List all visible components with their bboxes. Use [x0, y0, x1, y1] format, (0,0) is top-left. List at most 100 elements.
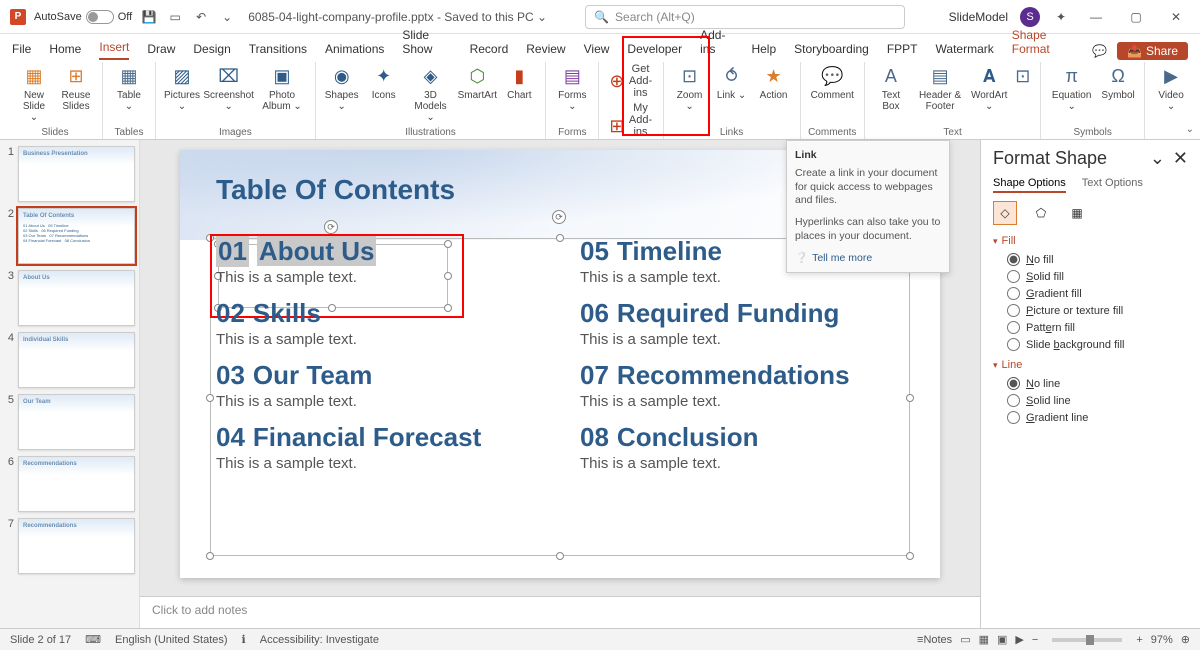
menu-fppt[interactable]: FPPT — [887, 42, 918, 60]
opt-noline[interactable]: No line — [993, 375, 1188, 392]
user-avatar[interactable]: S — [1020, 7, 1040, 27]
pictures-button[interactable]: ▨Pictures ⌄ — [162, 62, 202, 114]
opt-solidline[interactable]: Solid line — [993, 392, 1188, 409]
ribbon-collapse-button[interactable]: ⌄ — [1186, 124, 1194, 135]
close-button[interactable]: ✕ — [1162, 3, 1190, 31]
menu-review[interactable]: Review — [526, 42, 565, 60]
menu-record[interactable]: Record — [470, 42, 509, 60]
toc-item-7[interactable]: 07RecommendationsThis is a sample text. — [580, 360, 904, 410]
headerfooter-button[interactable]: ▤Header & Footer — [913, 62, 967, 114]
3dmodels-button[interactable]: ◈3D Models ⌄ — [406, 62, 456, 125]
photoalbum-button[interactable]: ▣Photo Album ⌄ — [255, 62, 308, 114]
lang-icon[interactable]: ⌨ — [85, 633, 101, 646]
toc-item-1[interactable]: 01About UsThis is a sample text. — [216, 236, 540, 286]
opt-picturefill[interactable]: Picture or texture fill — [993, 302, 1188, 319]
opt-slidebgfill[interactable]: Slide background fill — [993, 336, 1188, 353]
rotate-handle-inner[interactable]: ⟳ — [324, 220, 338, 234]
menu-slideshow[interactable]: Slide Show — [402, 28, 451, 60]
panel-close-icon[interactable]: ✕ — [1173, 148, 1188, 168]
size-icon[interactable]: ▦ — [1065, 201, 1089, 225]
menu-watermark[interactable]: Watermark — [936, 42, 994, 60]
minimize-button[interactable]: — — [1082, 3, 1110, 31]
fill-line-icon[interactable]: ◇ — [993, 201, 1017, 225]
opt-gradientfill[interactable]: Gradient fill — [993, 285, 1188, 302]
opt-nofill[interactable]: No fill — [993, 251, 1188, 268]
view-slideshow-icon[interactable]: ▶ — [1015, 633, 1023, 646]
forms-button[interactable]: ▤Forms ⌄ — [552, 62, 592, 114]
autosave-toggle[interactable]: AutoSave Off — [34, 10, 132, 24]
comment-button[interactable]: 💬Comment — [807, 62, 858, 103]
search-input[interactable]: 🔍 Search (Alt+Q) — [585, 5, 905, 29]
getaddins-button[interactable]: ⊕Get Add-ins — [605, 62, 656, 100]
reuse-slides-button[interactable]: ⊞Reuse Slides — [56, 62, 96, 114]
toc-item-3[interactable]: 03Our TeamThis is a sample text. — [216, 360, 540, 410]
toc-item-2[interactable]: 02SkillsThis is a sample text. — [216, 298, 540, 348]
audio-button[interactable]: 🔊Audio ⌄ — [1193, 62, 1200, 114]
icons-button[interactable]: ✦Icons — [364, 62, 404, 103]
toc-item-6[interactable]: 06Required FundingThis is a sample text. — [580, 298, 904, 348]
opt-gradientline[interactable]: Gradient line — [993, 409, 1188, 426]
thumbnail-panel[interactable]: 1Business Presentation 2Table Of Content… — [0, 140, 140, 628]
opt-patternfill[interactable]: Pattern fill — [993, 319, 1188, 336]
equation-button[interactable]: πEquation ⌄ — [1047, 62, 1096, 114]
smartart-button[interactable]: ⬡SmartArt — [457, 62, 497, 103]
file-name[interactable]: 6085-04-light-company-profile.pptx - Sav… — [248, 10, 547, 24]
table-button[interactable]: ▦Table ⌄ — [109, 62, 149, 114]
link-button[interactable]: ⥀Link ⌄ — [712, 62, 752, 103]
textbox-button[interactable]: AText Box — [871, 62, 911, 114]
wordart-button[interactable]: 𝐀WordArt ⌄ — [969, 62, 1009, 114]
symbol-button[interactable]: ΩSymbol — [1098, 62, 1138, 103]
menu-storyboarding[interactable]: Storyboarding — [794, 42, 869, 60]
toc-item-8[interactable]: 08ConclusionThis is a sample text. — [580, 422, 904, 472]
tab-text-options[interactable]: Text Options — [1082, 177, 1143, 193]
maximize-button[interactable]: ▢ — [1122, 3, 1150, 31]
try-icon[interactable]: ✦ — [1052, 8, 1070, 26]
opt-solidfill[interactable]: Solid fill — [993, 268, 1188, 285]
menu-home[interactable]: Home — [49, 42, 81, 60]
panel-expand-icon[interactable]: ⌄ — [1150, 148, 1165, 168]
save-icon[interactable]: 💾 — [140, 8, 158, 26]
menu-transitions[interactable]: Transitions — [249, 42, 307, 60]
menu-design[interactable]: Design — [193, 42, 230, 60]
menu-view[interactable]: View — [584, 42, 610, 60]
rotate-handle[interactable]: ⟳ — [552, 210, 566, 224]
fill-section[interactable]: Fill — [993, 235, 1188, 247]
menu-help[interactable]: Help — [751, 42, 776, 60]
menu-addins[interactable]: Add-ins — [700, 28, 733, 60]
toc-item-4[interactable]: 04Financial ForecastThis is a sample tex… — [216, 422, 540, 472]
thumbnail-3[interactable]: About Us — [18, 270, 135, 326]
thumbnail-1[interactable]: Business Presentation — [18, 146, 135, 202]
view-normal-icon[interactable]: ▭ — [960, 633, 970, 646]
line-section[interactable]: Line — [993, 359, 1188, 371]
comments-icon[interactable]: 💬 — [1092, 44, 1107, 58]
thumbnail-6[interactable]: Recommendations — [18, 456, 135, 512]
toggle-switch[interactable] — [86, 10, 114, 24]
more-icon[interactable]: ⌄ — [218, 8, 236, 26]
fit-button[interactable]: ⊕ — [1181, 633, 1190, 646]
menu-developer[interactable]: Developer — [627, 42, 682, 60]
shapes-button[interactable]: ◉Shapes ⌄ — [322, 62, 362, 114]
tell-me-more-link[interactable]: ❔Tell me more — [795, 251, 941, 264]
undo-icon[interactable]: ↶ — [192, 8, 210, 26]
thumbnail-5[interactable]: Our Team — [18, 394, 135, 450]
zoom-slider[interactable] — [1052, 638, 1122, 642]
share-button[interactable]: 📤Share — [1117, 42, 1188, 60]
menu-shapeformat[interactable]: Shape Format — [1012, 28, 1074, 60]
thumbnail-7[interactable]: Recommendations — [18, 518, 135, 574]
tab-shape-options[interactable]: Shape Options — [993, 177, 1066, 193]
new-slide-button[interactable]: ▦New Slide ⌄ — [14, 62, 54, 125]
action-button[interactable]: ★Action — [754, 62, 794, 103]
notes-area[interactable]: Click to add notes — [140, 596, 980, 628]
zoom-button[interactable]: ⊡Zoom ⌄ — [670, 62, 710, 114]
view-reading-icon[interactable]: ▣ — [997, 633, 1007, 646]
chart-button[interactable]: ▮Chart — [499, 62, 539, 103]
accessibility-icon[interactable]: ℹ — [242, 633, 246, 646]
present-icon[interactable]: ▭ — [166, 8, 184, 26]
date-button[interactable]: ⊡ — [1011, 62, 1034, 92]
thumbnail-4[interactable]: Individual Skills — [18, 332, 135, 388]
screenshot-button[interactable]: ⌧Screenshot ⌄ — [204, 62, 253, 114]
effects-icon[interactable]: ⬠ — [1029, 201, 1053, 225]
menu-file[interactable]: File — [12, 42, 31, 60]
menu-draw[interactable]: Draw — [147, 42, 175, 60]
thumbnail-2[interactable]: Table Of Contents01 About Us 05 Timeline… — [18, 208, 135, 264]
